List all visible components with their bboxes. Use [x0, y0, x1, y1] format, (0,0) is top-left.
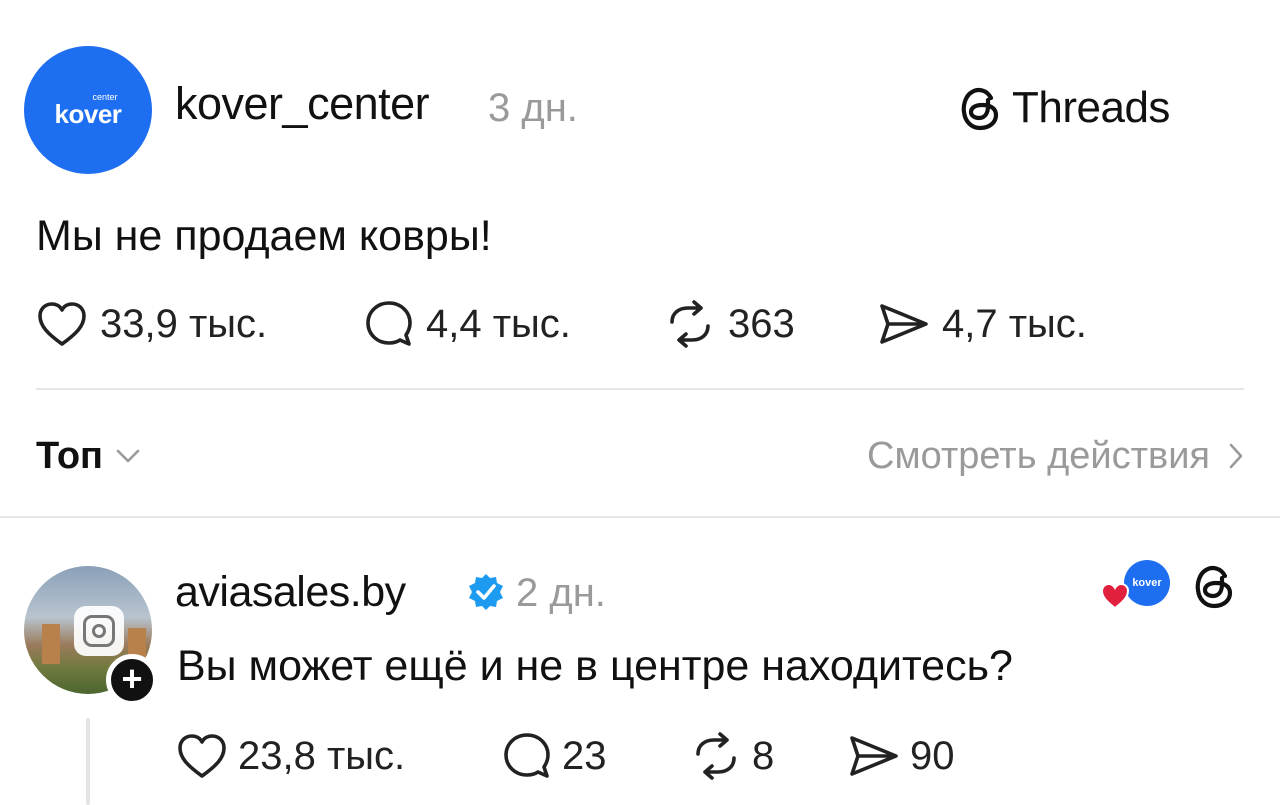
liked-by-author: kover [1100, 560, 1170, 610]
reply-button[interactable]: 4,4 тыс. [364, 298, 571, 350]
avatar-logo-text: kover [54, 98, 122, 129]
chevron-down-icon [116, 449, 140, 463]
threads-brand[interactable]: Threads [958, 82, 1170, 134]
reply-text: Вы может ещё и не в центре находитесь? [177, 642, 1013, 690]
author-mini-avatar: kover [1124, 560, 1170, 606]
thread-line [86, 718, 90, 805]
repost-count: 363 [728, 302, 795, 346]
see-activity-link[interactable]: Смотреть действия [867, 432, 1244, 480]
reply-username[interactable]: aviasales.by [175, 566, 406, 618]
reply-like-count: 23,8 тыс. [238, 734, 406, 778]
like-button[interactable]: 33,9 тыс. [36, 298, 267, 350]
reply-count: 4,4 тыс. [426, 302, 571, 346]
verified-badge-icon [469, 574, 503, 610]
reply-repost-button[interactable]: 8 [690, 730, 774, 782]
speech-bubble-icon [366, 301, 412, 346]
sort-label: Топ [36, 434, 103, 477]
avatar-kover-center[interactable]: center kover [24, 46, 152, 174]
threads-brand-label: Threads [1012, 83, 1170, 132]
share-count: 4,7 тыс. [942, 302, 1087, 346]
reply-like-button[interactable]: 23,8 тыс. [176, 730, 405, 782]
post-text: Мы не продаем ковры! [36, 212, 492, 260]
chevron-right-icon [1229, 443, 1243, 469]
threads-logo-icon [961, 87, 999, 131]
threads-logo-icon[interactable] [1192, 562, 1236, 610]
sort-dropdown[interactable]: Топ [36, 432, 141, 480]
repost-arrows-icon [696, 732, 736, 780]
heart-filled-icon [1100, 582, 1130, 610]
avatar-photo-building [42, 624, 60, 664]
see-activity-label: Смотреть действия [867, 434, 1210, 477]
divider [0, 516, 1280, 518]
reply-reply-button[interactable]: 23 [502, 730, 607, 782]
instagram-overlay-icon [74, 606, 124, 656]
speech-bubble-icon [504, 733, 550, 778]
heart-outline-icon [38, 302, 86, 346]
repost-button[interactable]: 363 [664, 298, 795, 350]
reply-repost-count: 8 [752, 734, 775, 778]
follow-plus-button[interactable]: + [106, 654, 158, 706]
reply-time: 2 дн. [516, 571, 606, 615]
like-count: 33,9 тыс. [100, 302, 268, 346]
divider [36, 388, 1244, 390]
heart-outline-icon [178, 734, 226, 778]
repost-arrows-icon [670, 300, 710, 348]
post-time: 3 дн. [488, 86, 578, 130]
reply-share-button[interactable]: 90 [848, 730, 955, 782]
share-button[interactable]: 4,7 тыс. [878, 298, 1087, 350]
paper-plane-icon [880, 304, 928, 344]
paper-plane-icon [850, 736, 898, 776]
post-username[interactable]: kover_center [175, 78, 430, 130]
reply-share-count: 90 [910, 734, 955, 778]
reply-reply-count: 23 [562, 734, 607, 778]
